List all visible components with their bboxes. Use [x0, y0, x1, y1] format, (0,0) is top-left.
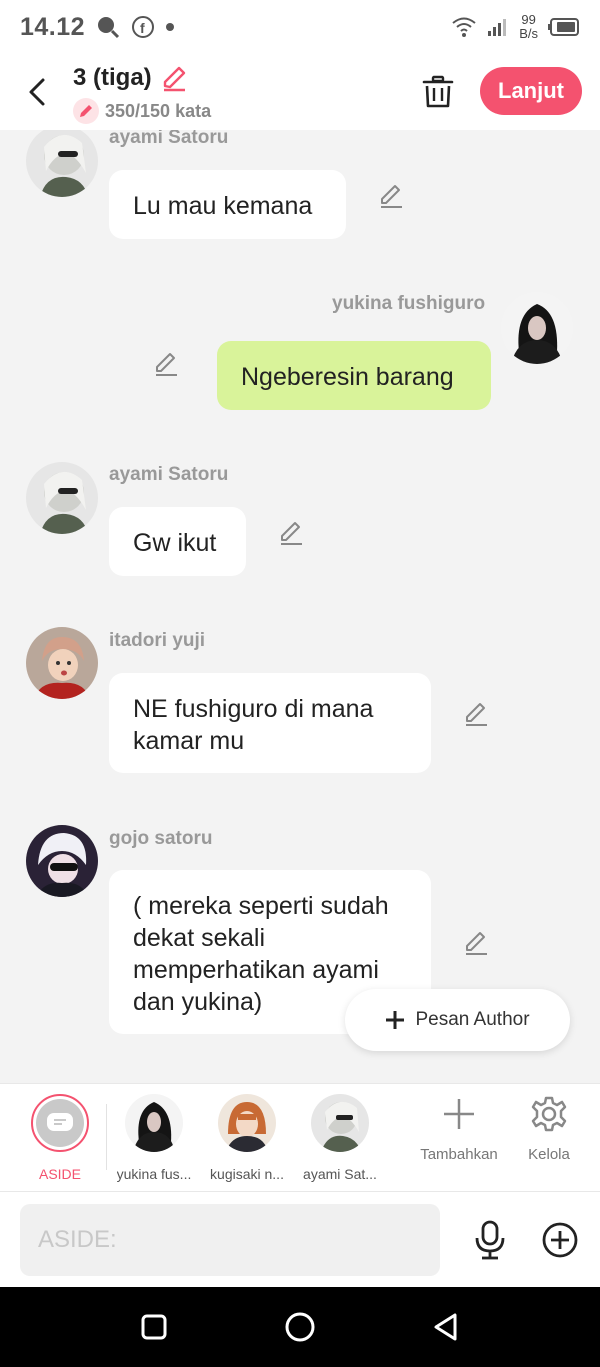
character-aside[interactable]: ASIDE [12, 1094, 108, 1182]
avatar-yukina[interactable] [501, 292, 573, 364]
message-bubble-self[interactable]: Ngeberesin barang [217, 341, 491, 410]
plus-circle-icon [542, 1222, 578, 1258]
avatar-ayami[interactable] [26, 130, 98, 197]
editor-header: 3 (tiga) 350/150 kata Lanjut [0, 54, 600, 130]
message-input[interactable] [20, 1204, 440, 1276]
author-name: yukina fushiguro [332, 293, 486, 314]
next-button[interactable]: Lanjut [480, 67, 582, 115]
wifi-icon [452, 17, 476, 37]
edit-title-icon [163, 66, 185, 92]
edit-message-button[interactable] [375, 180, 407, 212]
chat-area[interactable]: ayami Satoru Lu mau kemana yukina fushig… [0, 130, 600, 1083]
manage-characters-label: Kelola [528, 1146, 570, 1163]
chat-bubble-icon [47, 1113, 73, 1131]
author-name: ayami Satoru [109, 130, 229, 148]
home-button[interactable] [284, 1311, 316, 1343]
back-nav-button[interactable] [430, 1311, 462, 1343]
network-speed: 99 B/s [519, 12, 538, 41]
signal-icon [488, 19, 507, 36]
avatar-gojo[interactable] [26, 825, 98, 897]
chapter-title[interactable]: 3 (tiga) [73, 64, 211, 92]
system-icons: 99 B/s [451, 13, 580, 41]
composer-bar [0, 1191, 600, 1287]
add-attachment-button[interactable] [540, 1220, 580, 1260]
chapter-title-area: 3 (tiga) 350/150 kata [73, 64, 211, 124]
character-label: kugisaki n... [210, 1166, 284, 1182]
message-bubble[interactable]: Gw ikut [109, 507, 246, 576]
circle-icon [285, 1312, 315, 1342]
pencil-icon [73, 98, 99, 124]
message-bubble[interactable]: Lu mau kemana [109, 170, 346, 239]
recent-apps-button[interactable] [138, 1311, 170, 1343]
author-message-label: Pesan Author [415, 1009, 530, 1030]
delete-button[interactable] [420, 72, 456, 112]
message-bubble[interactable]: NE fushiguro di mana kamar mu [109, 673, 431, 773]
chapter-title-text: 3 (tiga) [73, 64, 152, 91]
edit-message-button[interactable] [460, 927, 492, 959]
plus-icon [386, 1011, 405, 1029]
edit-icon [466, 703, 487, 726]
word-count-text: 350/150 kata [105, 100, 212, 121]
status-bar: 14.12 f 99 B/s [0, 0, 600, 54]
battery-icon [548, 18, 579, 36]
avatar-itadori[interactable] [26, 627, 98, 699]
author-message-button[interactable]: Pesan Author [345, 989, 570, 1051]
status-time: 14.12 [20, 12, 86, 41]
back-button[interactable] [22, 72, 52, 112]
author-name: gojo satoru [109, 828, 213, 849]
system-navigation-bar [0, 1287, 600, 1367]
microphone-icon [475, 1220, 505, 1260]
facebook-icon: f [132, 16, 155, 38]
chevron-left-icon [29, 78, 45, 106]
character-avatar [218, 1094, 276, 1152]
character-avatar [311, 1094, 369, 1152]
character-yukina[interactable]: yukina fus... [106, 1094, 202, 1182]
author-name: itadori yuji [109, 630, 206, 651]
edit-icon [156, 353, 177, 376]
character-ayami[interactable]: ayami Sat... [292, 1094, 388, 1182]
trash-icon [422, 75, 454, 108]
edit-icon [281, 522, 302, 545]
dot-icon [166, 23, 175, 31]
aside-avatar [31, 1094, 89, 1152]
svg-text:f: f [140, 20, 145, 36]
square-icon [141, 1314, 167, 1340]
edit-message-button[interactable] [150, 348, 182, 380]
word-count: 350/150 kata [73, 98, 211, 124]
character-kugisaki[interactable]: kugisaki n... [199, 1094, 295, 1182]
add-character-label: Tambahkan [420, 1146, 498, 1163]
notification-icons: f [95, 14, 175, 40]
gear-icon [531, 1096, 567, 1132]
edit-message-button[interactable] [275, 517, 307, 549]
character-label: yukina fus... [116, 1166, 192, 1182]
character-label: ASIDE [38, 1166, 81, 1182]
edit-message-button[interactable] [460, 698, 492, 730]
manage-characters-button[interactable]: Kelola [515, 1094, 583, 1163]
edit-icon [466, 932, 487, 955]
avatar-ayami[interactable] [26, 462, 98, 534]
character-avatar [125, 1094, 183, 1152]
author-name: ayami Satoru [109, 464, 229, 485]
character-label: ayami Sat... [303, 1166, 377, 1182]
search-notification-icon [98, 17, 120, 39]
plus-icon [444, 1099, 474, 1129]
triangle-back-icon [434, 1313, 457, 1341]
edit-icon [381, 185, 402, 208]
voice-input-button[interactable] [470, 1220, 510, 1260]
add-character-button[interactable]: Tambahkan [413, 1094, 505, 1163]
character-selector: ASIDE yukina fus... kugisaki n... ayami … [0, 1083, 600, 1191]
